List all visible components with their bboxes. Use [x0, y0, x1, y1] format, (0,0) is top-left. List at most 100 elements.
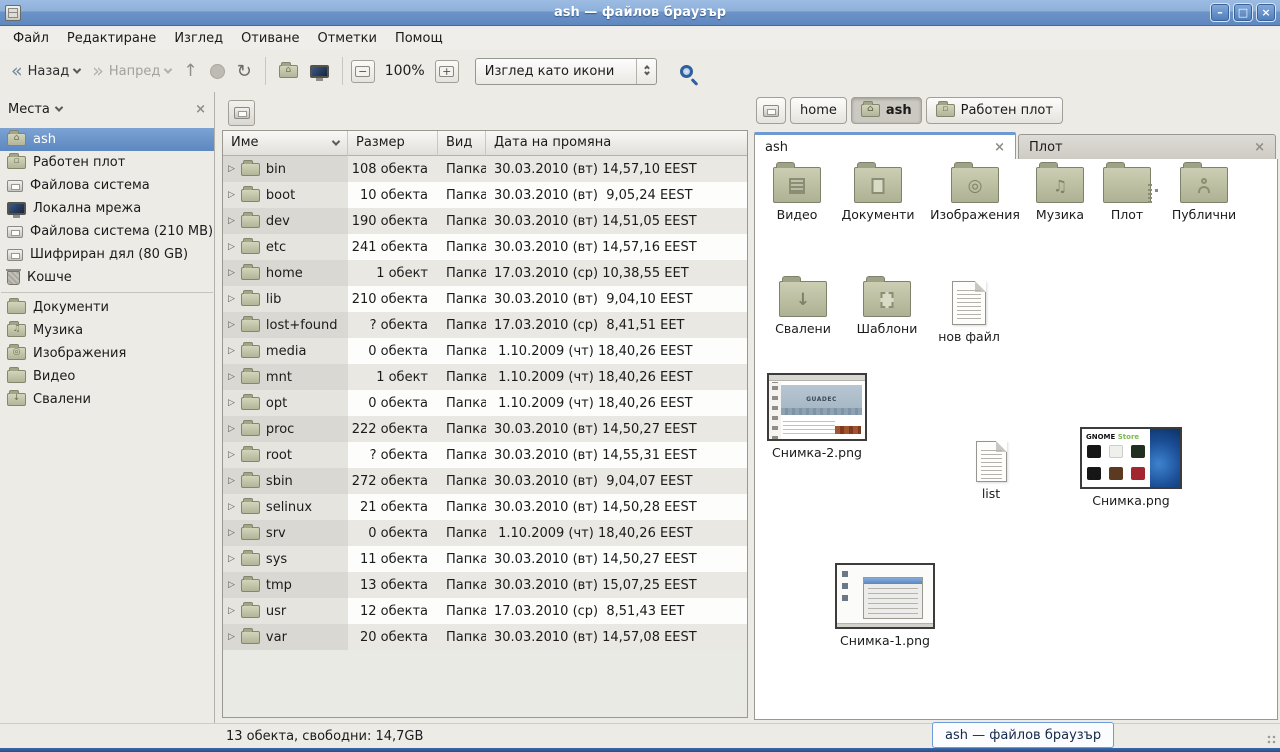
tree-row-dev[interactable]: ▷dev190 обектаПапка30.03.2010 (вт) 14,51… [223, 208, 747, 234]
view-mode-select[interactable]: Изглед като икони [475, 58, 658, 85]
file-item[interactable]: ♫Музика [1027, 167, 1093, 222]
expander-icon[interactable]: ▷ [228, 450, 235, 460]
tree-row-proc[interactable]: ▷proc222 обектаПапка30.03.2010 (вт) 14,5… [223, 416, 747, 442]
back-button[interactable]: « Назад [6, 58, 85, 84]
tree-row-mnt[interactable]: ▷mnt1 обектПапка 1.10.2009 (чт) 18,40,26… [223, 364, 747, 390]
menu-item-bookmarks[interactable]: Отметки [308, 29, 385, 48]
column-header-type[interactable]: Вид [438, 131, 486, 156]
file-item[interactable]: Снимка-1.png [833, 563, 937, 648]
icon-view[interactable]: ВидеоДокументи◎Изображения♫МузикаПлотПуб… [754, 159, 1278, 720]
tree-row-lost+found[interactable]: ▷lost+found? обектаПапка17.03.2010 (ср) … [223, 312, 747, 338]
back-dropdown-icon[interactable] [73, 65, 81, 73]
expander-icon[interactable]: ▷ [228, 424, 235, 434]
sidebar-item-encrypted-80gb[interactable]: Шифриран дял (80 GB) [0, 243, 214, 266]
tree-row-sbin[interactable]: ▷sbin272 обектаПапка30.03.2010 (вт) 9,04… [223, 468, 747, 494]
file-item[interactable]: Видео [765, 167, 829, 222]
tree-row-tmp[interactable]: ▷tmp13 обектаПапка30.03.2010 (вт) 15,07,… [223, 572, 747, 598]
expander-icon[interactable]: ▷ [228, 216, 235, 226]
sidebar-item-volume-210mb[interactable]: Файлова система (210 MB) [0, 220, 214, 243]
tree-row-media[interactable]: ▷media0 обектаПапка 1.10.2009 (чт) 18,40… [223, 338, 747, 364]
sidebar-item-music[interactable]: ♫Музика [0, 319, 214, 342]
sidebar-item-documents[interactable]: Документи [0, 296, 214, 319]
menu-item-edit[interactable]: Редактиране [58, 29, 165, 48]
expander-icon[interactable]: ▷ [228, 398, 235, 408]
reload-button[interactable]: ↻ [232, 56, 257, 87]
file-item[interactable]: list [961, 441, 1021, 501]
file-item[interactable]: ↓Свалени [767, 281, 839, 336]
maximize-button[interactable]: □ [1233, 3, 1253, 22]
zoom-out-button[interactable]: − [351, 60, 375, 83]
sidebar-item-video[interactable]: Видео [0, 365, 214, 388]
resize-grip[interactable] [1266, 734, 1278, 746]
expander-icon[interactable]: ▷ [228, 528, 235, 538]
file-item[interactable]: Публични [1159, 167, 1249, 222]
tab-close-icon[interactable]: × [994, 140, 1005, 155]
combo-spinner[interactable] [636, 59, 656, 84]
sidebar-item-home[interactable]: ⌂ash [0, 128, 214, 151]
column-header-date[interactable]: Дата на промяна [486, 131, 747, 156]
file-item[interactable]: Документи [833, 167, 923, 222]
sidebar-item-trash[interactable]: Кошче [0, 266, 214, 289]
filesystem-root-button[interactable] [228, 100, 255, 126]
forward-button[interactable]: » Напред [87, 58, 176, 84]
expander-icon[interactable]: ▷ [228, 632, 235, 642]
tree-row-bin[interactable]: ▷bin108 обектаПапка30.03.2010 (вт) 14,57… [223, 156, 747, 182]
minimize-button[interactable]: – [1210, 3, 1230, 22]
menu-item-view[interactable]: Изглед [165, 29, 232, 48]
home-button[interactable]: ⌂ [274, 60, 303, 83]
up-button[interactable]: ↑ [178, 56, 202, 86]
menu-item-file[interactable]: Файл [4, 29, 58, 48]
file-item[interactable]: ◎Изображения [927, 167, 1023, 222]
sidebar-title[interactable]: Места [8, 102, 50, 117]
expander-icon[interactable]: ▷ [228, 294, 235, 304]
home-crumb-button[interactable]: home [790, 97, 847, 124]
expander-icon[interactable]: ▷ [228, 242, 235, 252]
expander-icon[interactable]: ▷ [228, 580, 235, 590]
tree-row-selinux[interactable]: ▷selinux21 обектаПапка30.03.2010 (вт) 14… [223, 494, 747, 520]
expander-icon[interactable]: ▷ [228, 372, 235, 382]
search-button[interactable] [671, 56, 701, 86]
tree-row-lib[interactable]: ▷lib210 обектаПапка30.03.2010 (вт) 9,04,… [223, 286, 747, 312]
sidebar-item-pictures[interactable]: ◎Изображения [0, 342, 214, 365]
expander-icon[interactable]: ▷ [228, 268, 235, 278]
expander-icon[interactable]: ▷ [228, 606, 235, 616]
sidebar-item-downloads[interactable]: ↓Свалени [0, 388, 214, 411]
expander-icon[interactable]: ▷ [228, 554, 235, 564]
sidebar-close-icon[interactable]: × [195, 102, 206, 117]
expander-icon[interactable]: ▷ [228, 164, 235, 174]
chevron-down-icon[interactable] [55, 103, 63, 111]
stop-button[interactable] [205, 59, 230, 84]
computer-button[interactable] [305, 60, 334, 83]
tree-row-opt[interactable]: ▷opt0 обектаПапка 1.10.2009 (чт) 18,40,2… [223, 390, 747, 416]
expander-icon[interactable]: ▷ [228, 190, 235, 200]
file-item[interactable]: GNOME Store Снимка.png [1075, 427, 1187, 508]
tree-row-var[interactable]: ▷var20 обектаПапка30.03.2010 (вт) 14,57,… [223, 624, 747, 650]
ash-crumb-button[interactable]: ⌂ash [851, 97, 922, 124]
file-item[interactable]: Плот [1099, 167, 1155, 222]
close-button[interactable]: × [1256, 3, 1276, 22]
tab-ash[interactable]: ash× [754, 132, 1016, 160]
expander-icon[interactable]: ▷ [228, 320, 235, 330]
file-item[interactable]: нов файл [931, 281, 1007, 344]
file-item[interactable]: GUADECСнимка-2.png [765, 373, 869, 460]
menu-item-help[interactable]: Помощ [386, 29, 452, 48]
expander-icon[interactable]: ▷ [228, 346, 235, 356]
tree-row-sys[interactable]: ▷sys11 обектаПапка30.03.2010 (вт) 14,50,… [223, 546, 747, 572]
tab-plot[interactable]: Плот× [1018, 134, 1276, 160]
sidebar-item-desktop[interactable]: ▫Работен плот [0, 151, 214, 174]
column-header-name[interactable]: Име [223, 131, 348, 156]
column-header-size[interactable]: Размер [348, 131, 438, 156]
desktop-crumb-button[interactable]: ▫Работен плот [926, 97, 1063, 124]
root-drive-crumb-button[interactable] [756, 97, 786, 124]
tree-row-root[interactable]: ▷root? обектаПапка30.03.2010 (вт) 14,55,… [223, 442, 747, 468]
tree-row-home[interactable]: ▷home1 обектПапка17.03.2010 (ср) 10,38,5… [223, 260, 747, 286]
sidebar-item-local-network[interactable]: Локална мрежа [0, 197, 214, 220]
file-item[interactable]: Шаблони [849, 281, 925, 336]
tree-row-usr[interactable]: ▷usr12 обектаПапка17.03.2010 (ср) 8,51,4… [223, 598, 747, 624]
tab-close-icon[interactable]: × [1254, 140, 1265, 155]
tree-row-srv[interactable]: ▷srv0 обектаПапка 1.10.2009 (чт) 18,40,2… [223, 520, 747, 546]
expander-icon[interactable]: ▷ [228, 502, 235, 512]
expander-icon[interactable]: ▷ [228, 476, 235, 486]
zoom-in-button[interactable]: + [435, 60, 459, 83]
menu-item-go[interactable]: Отиване [232, 29, 308, 48]
